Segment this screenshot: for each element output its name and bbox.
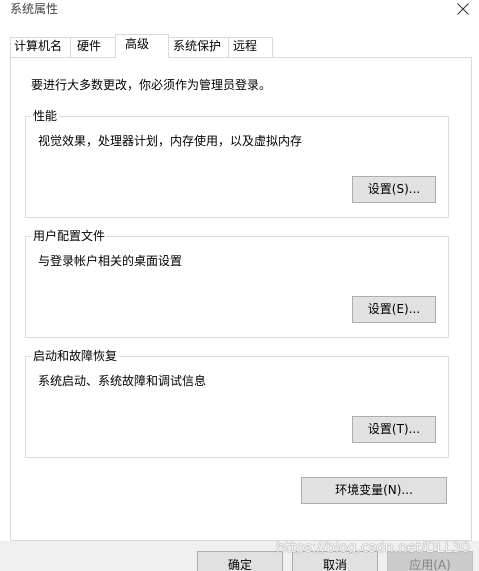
ok-button[interactable]: 确定 (197, 551, 283, 571)
startup-recovery-settings-button[interactable]: 设置(T)... (352, 416, 436, 443)
group-description: 与登录帐户相关的桌面设置 (38, 254, 183, 268)
window-title: 系统属性 (10, 2, 59, 16)
tab-computer-name[interactable]: 计算机名 (10, 37, 71, 57)
group-description: 系统启动、系统故障和调试信息 (38, 374, 207, 388)
group-description: 视觉效果，处理器计划，内存使用，以及虚拟内存 (38, 134, 303, 148)
group-performance: 性能 视觉效果，处理器计划，内存使用，以及虚拟内存 设置(S)... (25, 109, 449, 218)
dialog-footer: 确定 取消 应用(A) (0, 541, 479, 571)
close-button[interactable] (449, 0, 477, 18)
group-title: 性能 (31, 109, 60, 123)
group-user-profiles: 用户配置文件 与登录帐户相关的桌面设置 设置(E)... (25, 229, 449, 338)
apply-button[interactable]: 应用(A) (387, 551, 473, 571)
system-properties-window: 系统属性 计算机名 硬件 高级 系统保护 远程 要进行大多数更改，你必须作为管理… (0, 0, 479, 571)
performance-settings-button[interactable]: 设置(S)... (352, 176, 436, 203)
tab-strip: 计算机名 硬件 高级 系统保护 远程 (0, 30, 479, 58)
cancel-button[interactable]: 取消 (292, 551, 378, 571)
tab-panel-advanced: 要进行大多数更改，你必须作为管理员登录。 性能 视觉效果，处理器计划，内存使用，… (10, 57, 472, 541)
tab-system-protection[interactable]: 系统保护 (168, 37, 229, 57)
group-startup-recovery: 启动和故障恢复 系统启动、系统故障和调试信息 设置(T)... (25, 349, 449, 458)
tab-remote[interactable]: 远程 (228, 37, 273, 57)
group-title: 用户配置文件 (31, 229, 108, 243)
user-profiles-settings-button[interactable]: 设置(E)... (352, 296, 436, 323)
group-title: 启动和故障恢复 (31, 349, 120, 363)
environment-variables-button[interactable]: 环境变量(N)... (301, 477, 447, 504)
tab-advanced[interactable]: 高级 (115, 34, 169, 58)
tab-hardware[interactable]: 硬件 (70, 37, 116, 57)
admin-notice: 要进行大多数更改，你必须作为管理员登录。 (31, 78, 272, 92)
title-bar: 系统属性 (0, 0, 479, 30)
close-icon (457, 3, 469, 15)
